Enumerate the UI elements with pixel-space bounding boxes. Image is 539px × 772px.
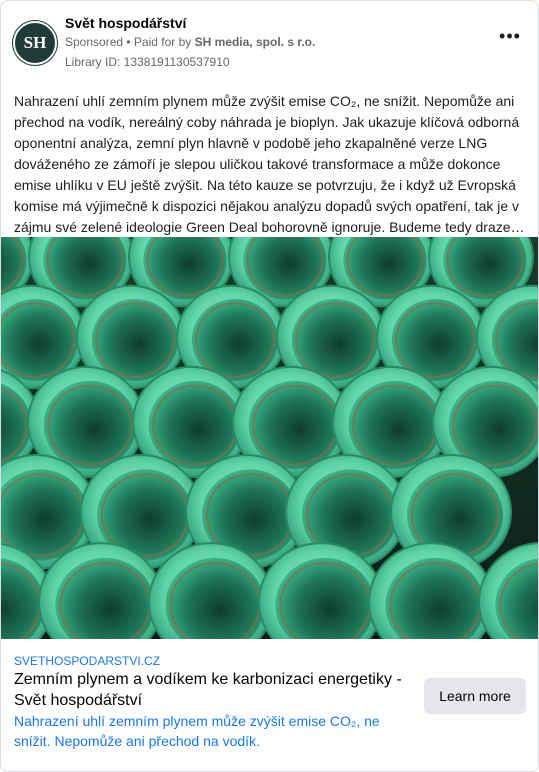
page-name[interactable]: Svět hospodářství xyxy=(65,15,186,31)
pipe-opening xyxy=(348,380,442,470)
link-description[interactable]: Nahrazení uhlí zemním plynem může zvýšit… xyxy=(14,711,414,751)
more-options-icon[interactable]: ••• xyxy=(496,27,524,49)
library-id: Library ID: 1338191130537910 xyxy=(65,55,230,69)
payer-name[interactable]: SH media, spol. s r.o. xyxy=(195,35,316,49)
separator-dot: • xyxy=(123,35,134,49)
paid-for-label: Paid for by xyxy=(133,35,195,49)
ad-image[interactable] xyxy=(1,237,538,639)
pipe-opening xyxy=(248,380,342,470)
link-preview[interactable]: SVETHOSPODARSTVI.CZ Zemním plynem a vodí… xyxy=(1,641,538,771)
green-pipes-image xyxy=(1,237,538,639)
pipe-opening xyxy=(43,380,137,470)
ad-card: SH Svět hospodářství Sponsored • Paid fo… xyxy=(0,0,539,772)
learn-more-button[interactable]: Learn more xyxy=(424,678,526,714)
post-text: Nahrazení uhlí zemním plynem může zvýšit… xyxy=(14,93,525,235)
page-avatar[interactable]: SH xyxy=(13,21,57,65)
pipe-opening xyxy=(148,380,242,470)
avatar-initials: SH xyxy=(23,33,47,52)
link-title[interactable]: Zemním plynem a vodíkem ke karbonizaci e… xyxy=(14,669,409,711)
sponsor-line: Sponsored • Paid for by SH media, spol. … xyxy=(65,35,315,49)
ad-header: SH Svět hospodářství Sponsored • Paid fo… xyxy=(13,13,526,73)
link-domain[interactable]: SVETHOSPODARSTVI.CZ xyxy=(14,654,160,668)
sponsored-label: Sponsored xyxy=(65,35,124,49)
